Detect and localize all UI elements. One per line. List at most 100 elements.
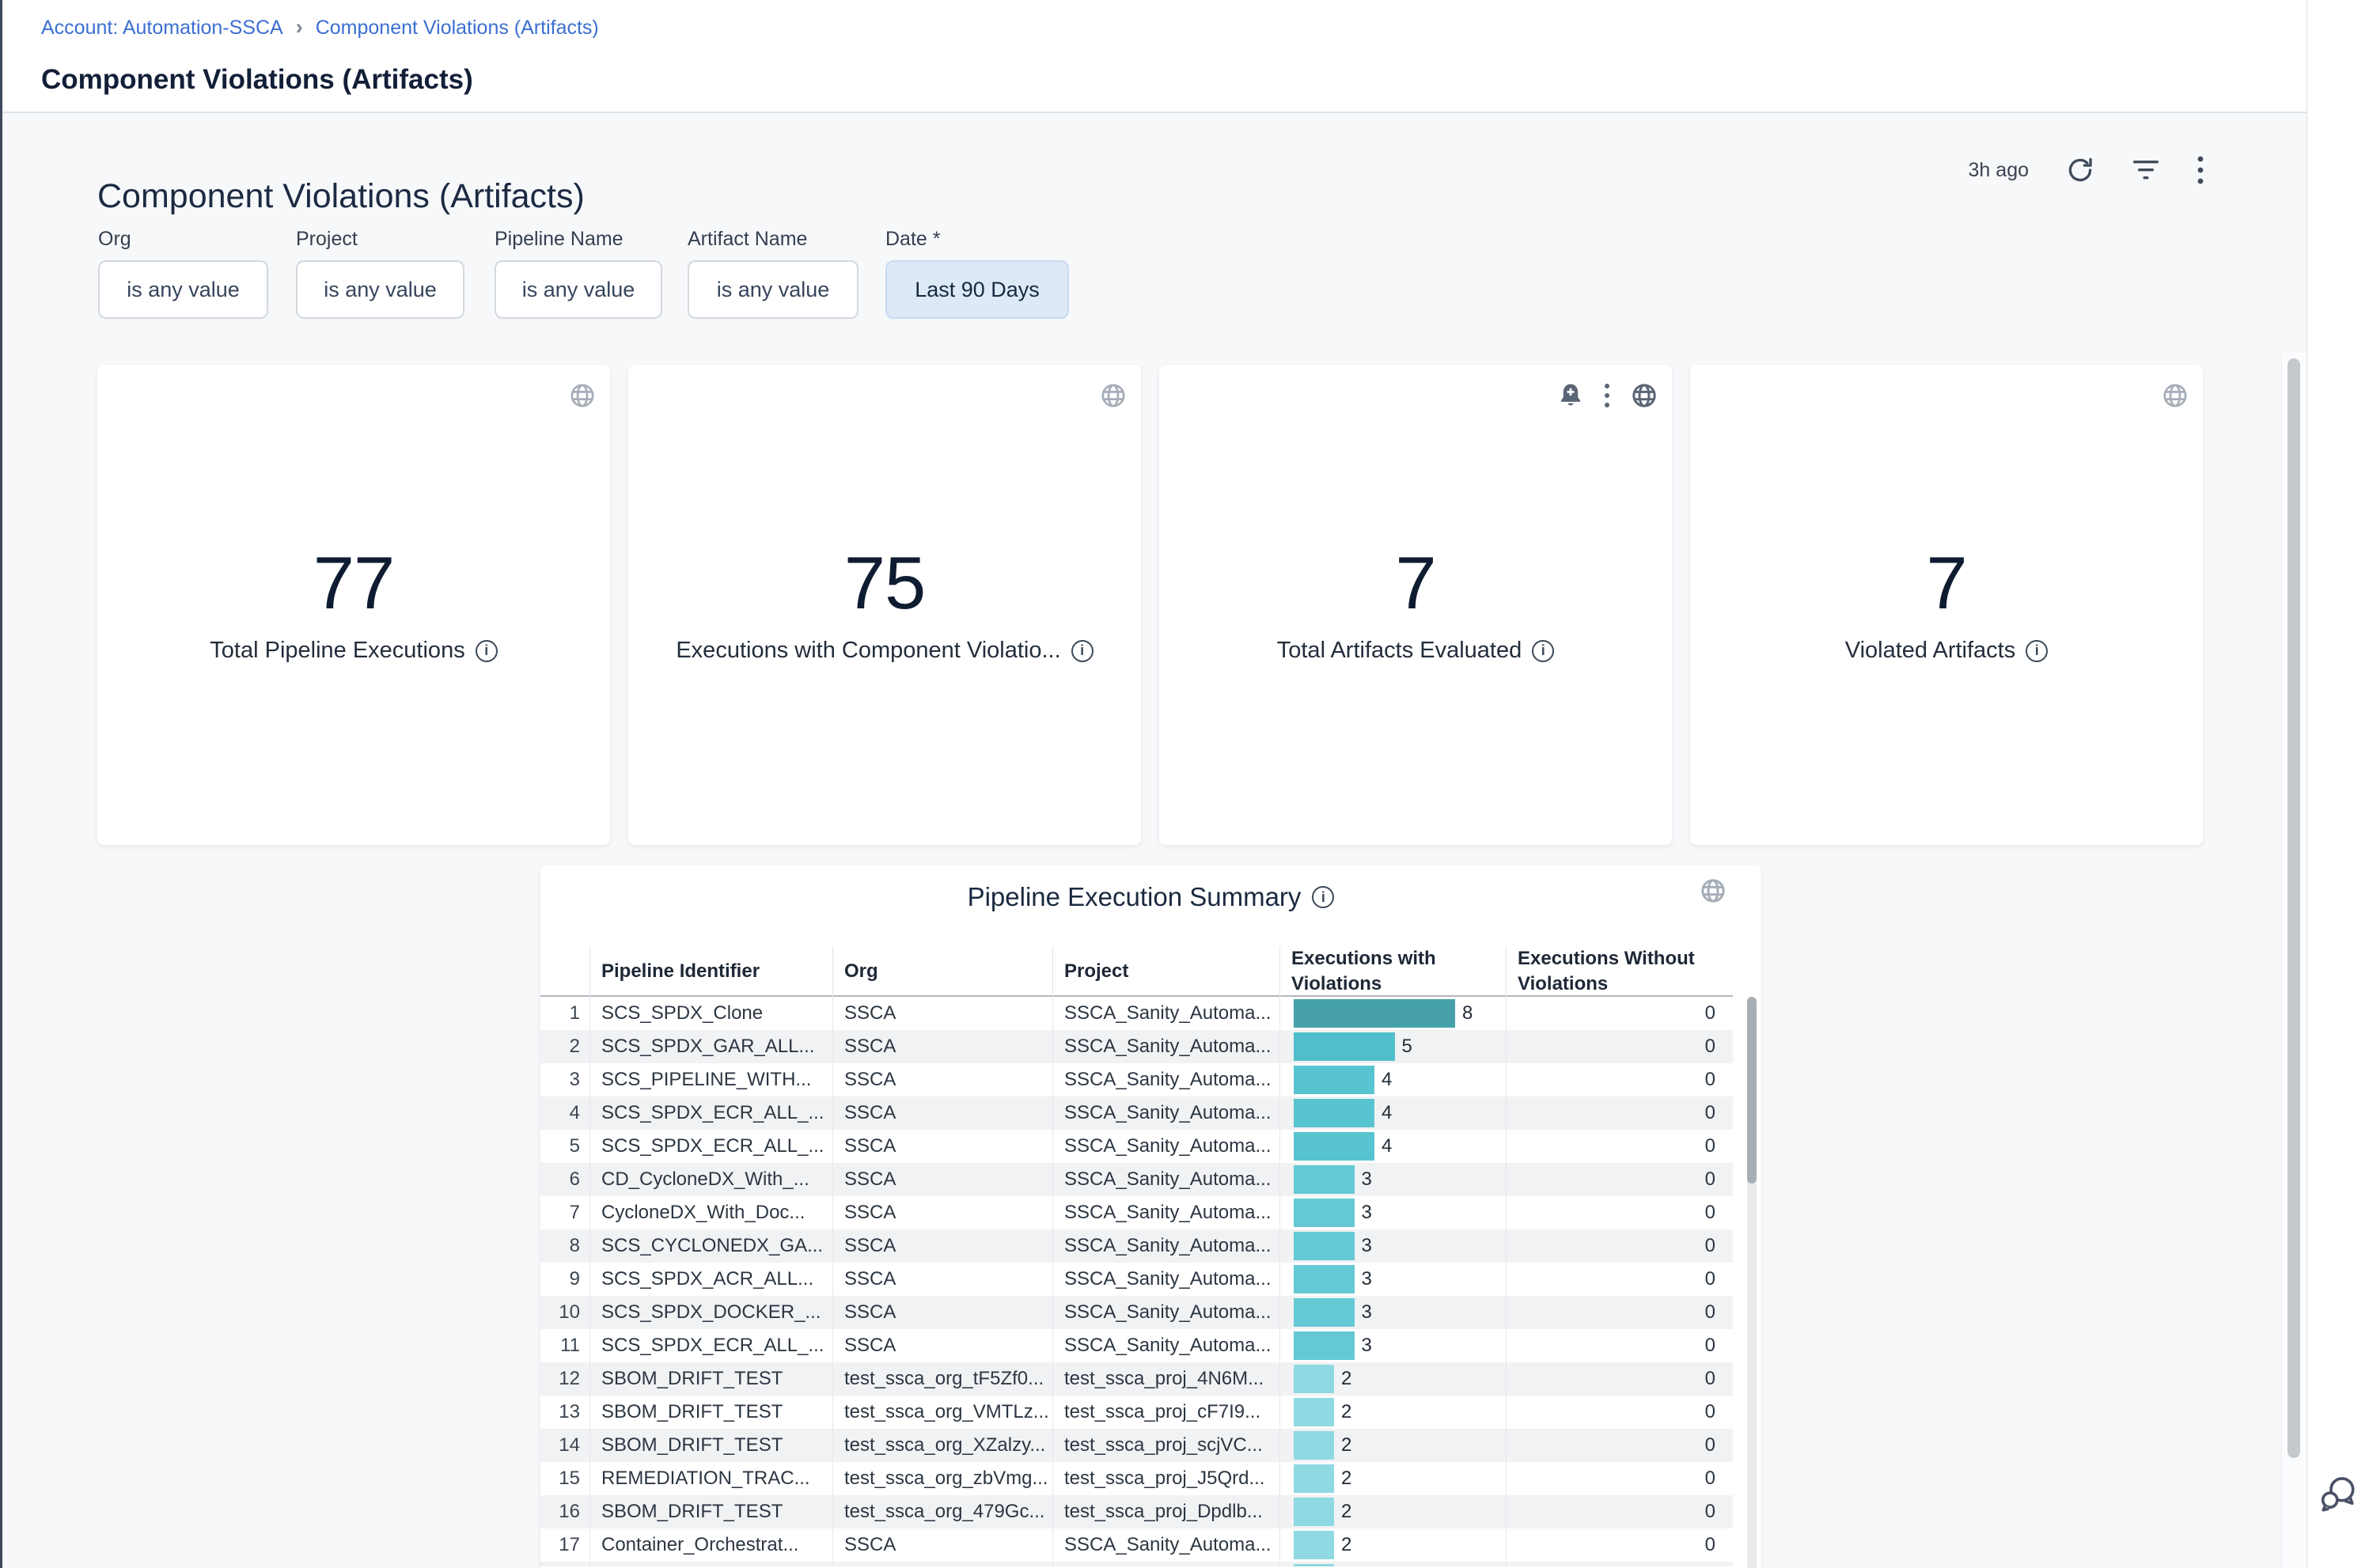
table-row[interactable]: 5SCS_SPDX_ECR_ALL_...SSCASSCA_Sanity_Aut… [540, 1130, 1733, 1163]
row-index: 8 [540, 1229, 589, 1263]
cell-executions-without-violations: 0 [1506, 1296, 1733, 1329]
breadcrumb-current-link[interactable]: Component Violations (Artifacts) [316, 17, 599, 40]
globe-icon[interactable] [1631, 382, 1658, 409]
globe-icon[interactable] [1100, 382, 1127, 409]
info-icon[interactable]: i [476, 640, 498, 662]
breadcrumb-account-link[interactable]: Account: Automation-SSCA [41, 17, 283, 40]
cell-executions-with-violations [1279, 1562, 1506, 1566]
cell-executions-without-violations: 0 [1506, 1196, 1733, 1229]
info-icon[interactable]: i [2026, 640, 2048, 662]
alert-bell-icon[interactable] [1558, 382, 1583, 409]
violations-bar [1294, 1564, 1334, 1566]
cell-executions-without-violations: 0 [1506, 1329, 1733, 1362]
dashboard-scrollbar-thumb[interactable] [2288, 358, 2300, 1458]
table-row[interactable]: 16SBOM_DRIFT_TESTtest_ssca_org_479Gc...t… [540, 1495, 1733, 1528]
kebab-menu-icon[interactable] [1604, 382, 1610, 409]
table-body: 1SCS_SPDX_CloneSSCASSCA_Sanity_Automa...… [540, 997, 1733, 1566]
cell-executions-with-violations: 4 [1279, 1130, 1506, 1163]
filter-label: Date * [885, 228, 1069, 253]
cell-executions-with-violations: 3 [1279, 1263, 1506, 1296]
column-header-executions-without-violations[interactable]: Executions Without Violations [1506, 946, 1733, 997]
cell-executions-without-violations: 0 [1506, 997, 1733, 1030]
cell-project: SSCA_Sanity_Automa... [1052, 1528, 1279, 1562]
refresh-icon[interactable] [2065, 155, 2095, 185]
globe-icon[interactable] [569, 382, 596, 409]
row-index: 10 [540, 1296, 589, 1329]
chat-bubbles-icon[interactable] [2315, 1470, 2361, 1516]
cell-project: SSCA_Sanity_Automa... [1052, 1296, 1279, 1329]
filter-project-value-button[interactable]: is any value [296, 260, 464, 319]
globe-icon[interactable] [1700, 877, 1727, 904]
table-row[interactable]: 3SCS_PIPELINE_WITH...SSCASSCA_Sanity_Aut… [540, 1063, 1733, 1096]
table-row[interactable]: 13SBOM_DRIFT_TESTtest_ssca_org_VMTLz...t… [540, 1396, 1733, 1429]
cell-executions-without-violations [1506, 1562, 1733, 1566]
dashboard-scrollbar-track[interactable] [2281, 353, 2306, 1568]
table-row[interactable]: 1SCS_SPDX_CloneSSCASSCA_Sanity_Automa...… [540, 997, 1733, 1030]
table-row[interactable]: 17Container_Orchestrat...SSCASSCA_Sanity… [540, 1528, 1733, 1562]
violations-bar-value: 3 [1362, 1301, 1372, 1324]
column-header-executions-with-violations[interactable]: Executions with Violations [1279, 946, 1506, 997]
table-row[interactable]: 15REMEDIATION_TRAC...test_ssca_org_zbVmg… [540, 1462, 1733, 1495]
table-row[interactable]: 4SCS_SPDX_ECR_ALL_...SSCASSCA_Sanity_Aut… [540, 1096, 1733, 1130]
table-row[interactable]: 11SCS_SPDX_ECR_ALL_...SSCASSCA_Sanity_Au… [540, 1329, 1733, 1362]
table-row[interactable]: 2SCS_SPDX_GAR_ALL...SSCASSCA_Sanity_Auto… [540, 1030, 1733, 1063]
table-row[interactable]: 10SCS_SPDX_DOCKER_...SSCASSCA_Sanity_Aut… [540, 1296, 1733, 1329]
filter-icon[interactable] [2132, 158, 2160, 182]
column-header-pipeline-identifier[interactable]: Pipeline Identifier [589, 946, 832, 997]
cell-pipeline-identifier: CD_CycloneDX_With_... [589, 1163, 832, 1196]
column-header-org[interactable]: Org [832, 946, 1052, 997]
cell-org: SSCA [832, 1063, 1052, 1096]
violations-bar [1294, 1032, 1395, 1061]
row-index: 17 [540, 1528, 589, 1562]
column-header-project[interactable]: Project [1052, 946, 1279, 997]
cell-pipeline-identifier: SBOM_DRIFT_TEST [589, 1396, 832, 1429]
violations-bar [1294, 1431, 1334, 1460]
filter-pipeline-name-value-button[interactable]: is any value [495, 260, 662, 319]
cell-org: SSCA [832, 1263, 1052, 1296]
info-icon[interactable]: i [1312, 886, 1334, 908]
cell-executions-with-violations: 3 [1279, 1229, 1506, 1263]
filter-date-value-button[interactable]: Last 90 Days [885, 260, 1069, 319]
cell-project: test_ssca_proj_4N6M... [1052, 1362, 1279, 1396]
cell-executions-without-violations: 0 [1506, 1396, 1733, 1429]
table-row[interactable]: 7CycloneDX_With_Doc...SSCASSCA_Sanity_Au… [540, 1196, 1733, 1229]
row-index: 2 [540, 1030, 589, 1063]
row-index: 13 [540, 1396, 589, 1429]
violations-bar-value: 8 [1462, 1002, 1473, 1025]
table-row[interactable]: 8SCS_CYCLONEDX_GA...SSCASSCA_Sanity_Auto… [540, 1229, 1733, 1263]
cell-pipeline-identifier: SCS_PIPELINE_WITH... [589, 1063, 832, 1096]
table-row[interactable]: 12SBOM_DRIFT_TESTtest_ssca_org_tF5Zf0...… [540, 1362, 1733, 1396]
table-row[interactable]: 14SBOM_DRIFT_TESTtest_ssca_org_XZalzy...… [540, 1429, 1733, 1462]
table-scrollbar-thumb[interactable] [1747, 997, 1757, 1184]
cell-project: SSCA_Sanity_Automa... [1052, 1263, 1279, 1296]
cell-pipeline-identifier: SCS_SPDX_ECR_ALL_... [589, 1329, 832, 1362]
cell-project: SSCA_Sanity_Automa... [1052, 1096, 1279, 1130]
stat-card-violated-artifacts: 7 Violated Artifacts i [1690, 365, 2203, 845]
breadcrumb: Account: Automation-SSCA › Component Vio… [41, 16, 599, 40]
cell-project [1052, 1562, 1279, 1566]
row-index [540, 1562, 589, 1566]
cell-org: SSCA [832, 1229, 1052, 1263]
cell-executions-with-violations: 2 [1279, 1495, 1506, 1528]
kebab-menu-icon[interactable] [2197, 154, 2204, 186]
table-row-partial[interactable] [540, 1562, 1733, 1566]
table-row[interactable]: 9SCS_SPDX_ACR_ALL...SSCASSCA_Sanity_Auto… [540, 1263, 1733, 1296]
cell-pipeline-identifier: SCS_SPDX_ACR_ALL... [589, 1263, 832, 1296]
table-row[interactable]: 6CD_CycloneDX_With_...SSCASSCA_Sanity_Au… [540, 1163, 1733, 1196]
filter-org-value-button[interactable]: is any value [98, 260, 268, 319]
cell-org: SSCA [832, 1329, 1052, 1362]
cell-executions-with-violations: 3 [1279, 1163, 1506, 1196]
filter-artifact-name-value-button[interactable]: is any value [688, 260, 859, 319]
info-icon[interactable]: i [1532, 640, 1554, 662]
stat-card-executions-with-component-violations: 75 Executions with Component Violatio...… [628, 365, 1141, 845]
violations-bar [1294, 1066, 1374, 1094]
violations-bar [1294, 1165, 1355, 1194]
globe-icon[interactable] [2162, 382, 2189, 409]
cell-executions-without-violations: 0 [1506, 1263, 1733, 1296]
info-icon[interactable]: i [1071, 640, 1094, 662]
filter-label: Pipeline Name [495, 228, 662, 253]
page-header: Account: Automation-SSCA › Component Vio… [2, 0, 2306, 113]
cell-pipeline-identifier: Container_Orchestrat... [589, 1528, 832, 1562]
violations-bar-value: 2 [1341, 1468, 1351, 1490]
violations-bar [1294, 1464, 1334, 1493]
